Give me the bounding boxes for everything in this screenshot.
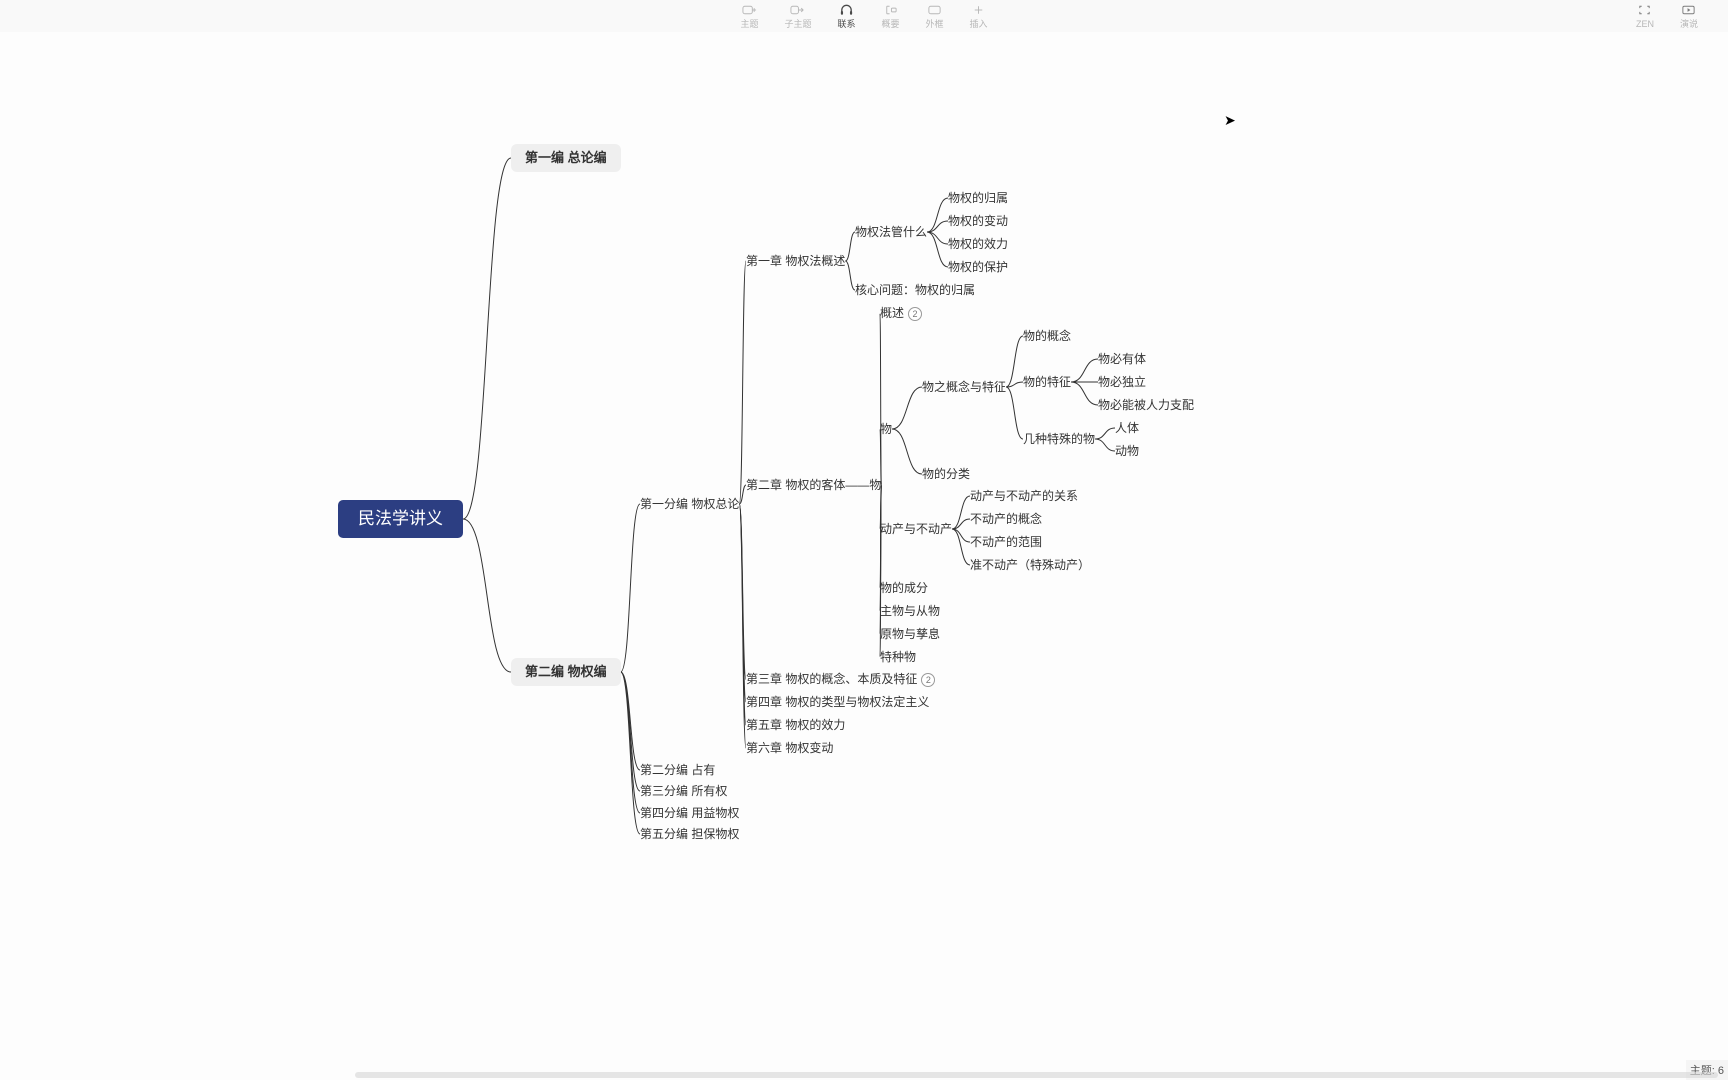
insert-btn[interactable]: 插入	[970, 4, 988, 29]
collapse-badge-icon[interactable]: 2	[921, 673, 935, 687]
ch1-a-0[interactable]: 物权的归属	[948, 191, 1008, 205]
chapter-4[interactable]: 第四章 物权的类型与物权法定主义	[746, 695, 929, 709]
re-1[interactable]: 不动产的概念	[970, 512, 1042, 526]
toolbar-right-group: ZEN 演说	[1636, 4, 1698, 29]
ch2-orig[interactable]: 原物与孳息	[880, 627, 940, 641]
ch1-a-2[interactable]: 物权的效力	[948, 237, 1008, 251]
ch2-overview[interactable]: 概述 2	[880, 306, 922, 321]
play-icon	[1681, 4, 1696, 18]
toolbar-center-group: 主题 子主题 联系 概要 外框 插入	[740, 4, 987, 29]
sheet-btn[interactable]: 外框	[926, 4, 944, 29]
subpart-4[interactable]: 第四分编 用益物权	[640, 806, 739, 820]
tz-0[interactable]: 物必有体	[1098, 352, 1146, 366]
ch2-main[interactable]: 主物与从物	[880, 604, 940, 618]
ch2-wu[interactable]: 物	[880, 422, 892, 436]
re-3[interactable]: 准不动产（特殊动产）	[970, 558, 1090, 572]
tz-1[interactable]: 物必独立	[1098, 375, 1146, 389]
toolbar-label: 概要	[882, 19, 900, 29]
toolbar-label: 插入	[970, 19, 988, 29]
boundary-btn[interactable]: 概要	[882, 4, 900, 29]
toolbar: 主题 子主题 联系 概要 外框 插入 ZEN 演说	[0, 0, 1728, 33]
wu-1[interactable]: 物的分类	[922, 467, 970, 481]
rect-plus-icon	[742, 4, 757, 18]
fullscreen-icon	[1637, 4, 1652, 18]
topic-btn[interactable]: 主题	[740, 4, 758, 29]
chapter-3-label: 第三章 物权的概念、本质及特征	[746, 672, 917, 686]
collapse-badge-icon[interactable]: 2	[908, 307, 922, 321]
re-0[interactable]: 动产与不动产的关系	[970, 489, 1078, 503]
chapter-2[interactable]: 第二章 物权的客体——物	[746, 478, 881, 492]
ch1-a-1[interactable]: 物权的变动	[948, 214, 1008, 228]
subpart-5[interactable]: 第五分编 担保物权	[640, 827, 739, 841]
chapter-6[interactable]: 第六章 物权变动	[746, 741, 833, 755]
rect-icon	[927, 4, 942, 18]
ch2-spec[interactable]: 特种物	[880, 650, 916, 664]
re-2[interactable]: 不动产的范围	[970, 535, 1042, 549]
toolbar-label: 子主题	[784, 19, 811, 29]
chapter-1[interactable]: 第一章 物权法概述	[746, 254, 845, 268]
root-topic[interactable]: 民法学讲义	[338, 500, 463, 538]
plus-icon	[971, 4, 986, 18]
ch1-a-3[interactable]: 物权的保护	[948, 260, 1008, 274]
subpart-2[interactable]: 第二分编 占有	[640, 763, 715, 777]
chapter-3[interactable]: 第三章 物权的概念、本质及特征 2	[746, 672, 935, 687]
rect-arrow-icon	[790, 4, 805, 18]
horizontal-scrollbar[interactable]	[355, 1072, 1718, 1078]
ch2-overview-label: 概述	[880, 306, 904, 320]
ch1-a[interactable]: 物权法管什么	[855, 225, 927, 239]
section-part1[interactable]: 第一编 总论编	[511, 144, 621, 172]
toolbar-label: ZEN	[1636, 19, 1654, 29]
sp-0[interactable]: 人体	[1115, 421, 1139, 435]
bracket-icon	[883, 4, 898, 18]
present-btn[interactable]: 演说	[1680, 4, 1698, 29]
subpart-3[interactable]: 第三分编 所有权	[640, 784, 727, 798]
relation-btn[interactable]: 联系	[837, 4, 855, 29]
toolbar-label: 演说	[1680, 19, 1698, 29]
section-part2[interactable]: 第二编 物权编	[511, 658, 621, 686]
cf-2[interactable]: 几种特殊的物	[1023, 432, 1095, 446]
subtopic-btn[interactable]: 子主题	[784, 4, 811, 29]
ch1-b[interactable]: 核心问题：物权的归属	[855, 283, 975, 297]
cf-1[interactable]: 物的特征	[1023, 375, 1071, 389]
ch2-part[interactable]: 物的成分	[880, 581, 928, 595]
wu-0[interactable]: 物之概念与特征	[922, 380, 1006, 394]
chapter-5[interactable]: 第五章 物权的效力	[746, 718, 845, 732]
headset-icon	[839, 4, 854, 18]
sp-1[interactable]: 动物	[1115, 444, 1139, 458]
cf-0[interactable]: 物的概念	[1023, 329, 1071, 343]
mindmap-canvas[interactable]: 民法学讲义 第一编 总论编 第二编 物权编 第一分编 物权总论 第二分编 占有 …	[0, 32, 1728, 1080]
zen-btn[interactable]: ZEN	[1636, 4, 1654, 29]
subpart-1[interactable]: 第一分编 物权总论	[640, 497, 739, 511]
tz-2[interactable]: 物必能被人力支配	[1098, 398, 1194, 412]
toolbar-label: 外框	[926, 19, 944, 29]
ch2-re[interactable]: 动产与不动产	[880, 522, 952, 536]
toolbar-label: 联系	[837, 19, 855, 29]
toolbar-label: 主题	[740, 19, 758, 29]
